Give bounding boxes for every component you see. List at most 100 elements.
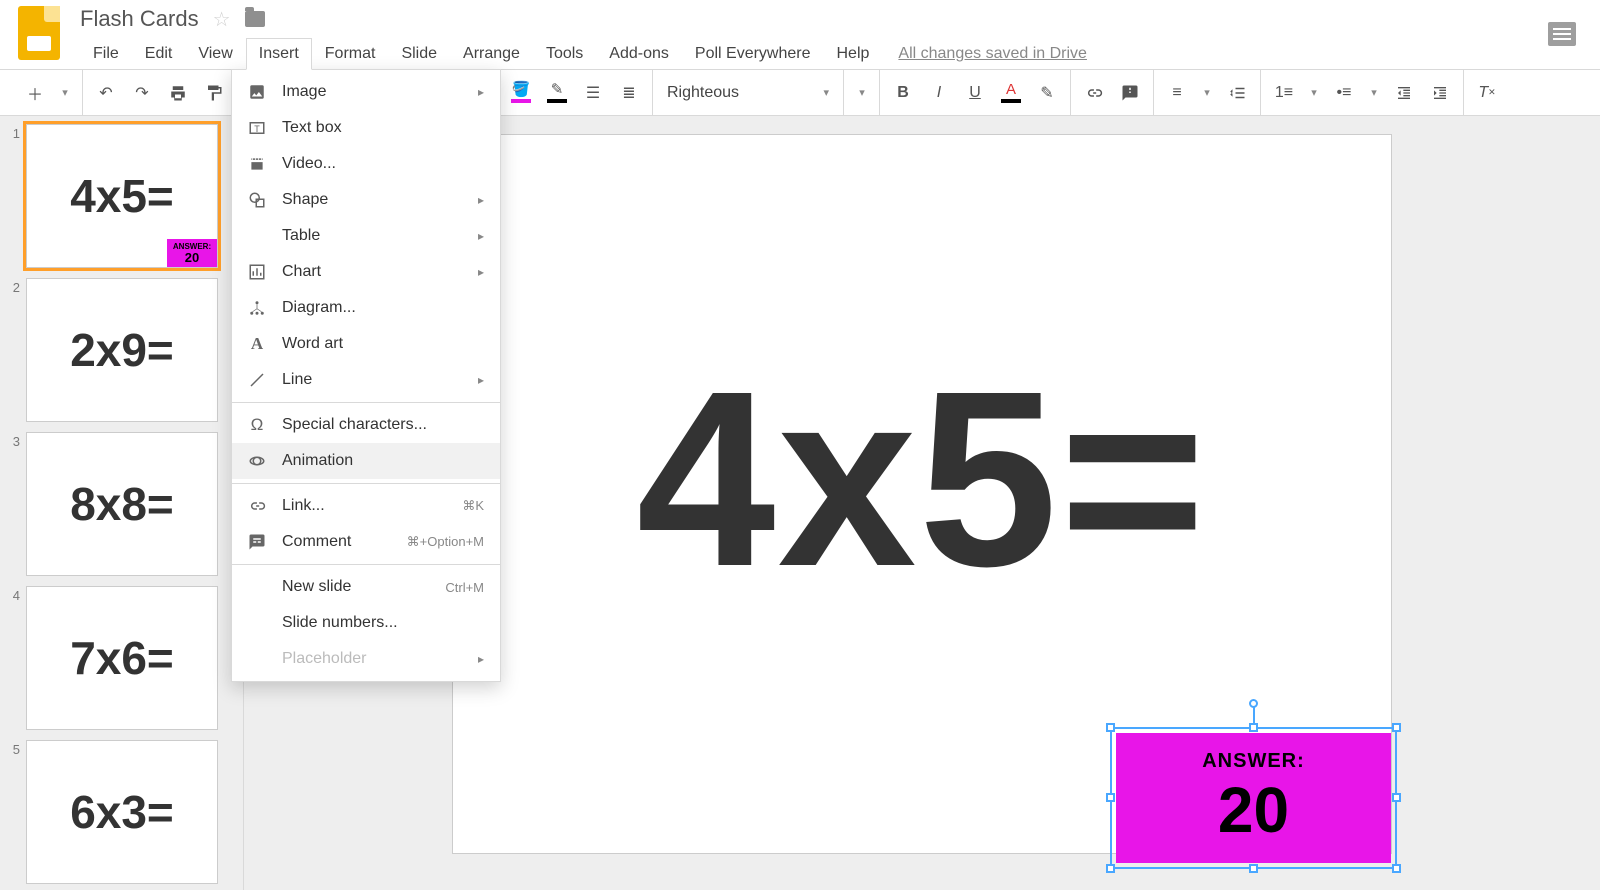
italic-button[interactable]: I xyxy=(926,80,952,106)
border-dash-button[interactable]: ≣ xyxy=(616,80,642,106)
menu-item-label: Image xyxy=(282,83,326,101)
font-size-chevron[interactable]: ▾ xyxy=(855,80,869,106)
submenu-arrow-icon: ▸ xyxy=(478,229,484,243)
document-title[interactable]: Flash Cards xyxy=(80,6,199,32)
menu-file[interactable]: File xyxy=(80,38,132,70)
menu-item-label: Chart xyxy=(282,263,321,281)
slide-canvas[interactable]: 4x5= ANSWER: 20 xyxy=(452,134,1392,854)
insert-comment[interactable]: Comment⌘+Option+M xyxy=(232,524,500,560)
insert-slide-numbers[interactable]: Slide numbers... xyxy=(232,605,500,641)
clear-formatting-button[interactable]: T✕ xyxy=(1474,80,1500,106)
thumb-row-2[interactable]: 2 2x9= xyxy=(6,278,237,422)
increase-indent-button[interactable] xyxy=(1427,80,1453,106)
chevron-down-icon: ▾ xyxy=(823,86,829,99)
menu-view[interactable]: View xyxy=(185,38,245,70)
thumb-row-1[interactable]: 1 4x5= ANSWER: 20 xyxy=(6,124,237,268)
insert-line[interactable]: Line▸ xyxy=(232,362,500,398)
insert-link[interactable]: Link...⌘K xyxy=(232,488,500,524)
resize-handle[interactable] xyxy=(1392,793,1401,802)
menu-slide[interactable]: Slide xyxy=(388,38,450,70)
menu-addons[interactable]: Add-ons xyxy=(596,38,682,70)
app-header: Flash Cards ☆ File Edit View Insert Form… xyxy=(0,0,1600,70)
insert-comment-button[interactable] xyxy=(1117,80,1143,106)
text-color-button[interactable]: A xyxy=(998,80,1024,106)
print-button[interactable] xyxy=(165,80,191,106)
folder-icon[interactable] xyxy=(245,11,265,27)
menu-item-label: Line xyxy=(282,371,312,389)
insert-chart[interactable]: Chart▸ xyxy=(232,254,500,290)
new-slide-button[interactable]: ＋ xyxy=(22,80,48,106)
menu-separator xyxy=(232,564,500,565)
thumb-row-5[interactable]: 5 6x3= xyxy=(6,740,237,884)
resize-handle[interactable] xyxy=(1392,864,1401,873)
bulleted-list-menu[interactable]: ▾ xyxy=(1367,80,1381,106)
resize-handle[interactable] xyxy=(1249,723,1258,732)
undo-button[interactable]: ↶ xyxy=(93,80,119,106)
menu-help[interactable]: Help xyxy=(824,38,883,70)
insert-video[interactable]: Video... xyxy=(232,146,500,182)
menu-insert[interactable]: Insert xyxy=(246,38,312,70)
blank-icon xyxy=(246,649,268,669)
comments-icon[interactable] xyxy=(1548,22,1576,46)
bold-button[interactable]: B xyxy=(890,80,916,106)
paint-format-button[interactable] xyxy=(201,80,227,106)
align-menu[interactable]: ▾ xyxy=(1200,80,1214,106)
save-status[interactable]: All changes saved in Drive xyxy=(898,45,1087,63)
redo-button[interactable]: ↷ xyxy=(129,80,155,106)
numbered-list-button[interactable]: 1≡ xyxy=(1271,80,1297,106)
insert-link-button[interactable] xyxy=(1081,80,1107,106)
insert-animation[interactable]: Animation xyxy=(232,443,500,479)
insert-word-art[interactable]: AWord art xyxy=(232,326,500,362)
submenu-arrow-icon: ▸ xyxy=(478,652,484,666)
font-family-select[interactable]: Righteous ▾ xyxy=(663,84,833,102)
slide-equation-text[interactable]: 4x5= xyxy=(453,335,1391,622)
rotation-handle[interactable] xyxy=(1249,699,1258,708)
menu-tools[interactable]: Tools xyxy=(533,38,596,70)
slide-filmstrip[interactable]: 1 4x5= ANSWER: 20 2 2x9= 3 8x8= 4 7x6= 5… xyxy=(0,116,244,890)
thumb-row-4[interactable]: 4 7x6= xyxy=(6,586,237,730)
insert-special-characters[interactable]: ΩSpecial characters... xyxy=(232,407,500,443)
fill-color-button[interactable]: 🪣 xyxy=(508,80,534,106)
resize-handle[interactable] xyxy=(1249,864,1258,873)
numbered-list-menu[interactable]: ▾ xyxy=(1307,80,1321,106)
thumb-answer-box: ANSWER: 20 xyxy=(167,239,217,267)
menu-poll-everywhere[interactable]: Poll Everywhere xyxy=(682,38,824,70)
insert-image[interactable]: Image▸ xyxy=(232,74,500,110)
selection-outline[interactable] xyxy=(1110,727,1397,869)
insert-shape[interactable]: Shape▸ xyxy=(232,182,500,218)
thumb-row-3[interactable]: 3 8x8= xyxy=(6,432,237,576)
menu-item-label: Animation xyxy=(282,452,353,470)
highlight-button[interactable]: ✎ xyxy=(1034,80,1060,106)
slide-thumbnail[interactable]: 7x6= xyxy=(26,586,218,730)
menu-edit[interactable]: Edit xyxy=(132,38,186,70)
line-icon xyxy=(246,370,268,390)
decrease-indent-button[interactable] xyxy=(1391,80,1417,106)
insert-table[interactable]: Table ▸ xyxy=(232,218,500,254)
thumb-number: 1 xyxy=(6,124,20,268)
new-slide-menu[interactable]: ▾ xyxy=(58,80,72,106)
menu-format[interactable]: Format xyxy=(312,38,389,70)
border-weight-button[interactable]: ☰ xyxy=(580,80,606,106)
slide-thumbnail[interactable]: 2x9= xyxy=(26,278,218,422)
slide-thumbnail[interactable]: 6x3= xyxy=(26,740,218,884)
resize-handle[interactable] xyxy=(1106,864,1115,873)
align-button[interactable]: ≡ xyxy=(1164,80,1190,106)
menu-arrange[interactable]: Arrange xyxy=(450,38,533,70)
menu-item-label: Slide numbers... xyxy=(282,614,398,632)
slide-thumbnail[interactable]: 8x8= xyxy=(26,432,218,576)
menu-item-label: Table xyxy=(282,227,320,245)
resize-handle[interactable] xyxy=(1392,723,1401,732)
resize-handle[interactable] xyxy=(1106,793,1115,802)
star-icon[interactable]: ☆ xyxy=(213,7,231,32)
insert-text-box[interactable]: TText box xyxy=(232,110,500,146)
line-spacing-button[interactable] xyxy=(1224,80,1250,106)
underline-button[interactable]: U xyxy=(962,80,988,106)
bulleted-list-button[interactable]: •≡ xyxy=(1331,80,1357,106)
submenu-arrow-icon: ▸ xyxy=(478,193,484,207)
border-color-button[interactable]: ✎ xyxy=(544,80,570,106)
thumb-equation: 8x8= xyxy=(70,477,174,531)
insert-new-slide[interactable]: New slideCtrl+M xyxy=(232,569,500,605)
slide-thumbnail[interactable]: 4x5= ANSWER: 20 xyxy=(26,124,218,268)
insert-diagram[interactable]: Diagram... xyxy=(232,290,500,326)
resize-handle[interactable] xyxy=(1106,723,1115,732)
